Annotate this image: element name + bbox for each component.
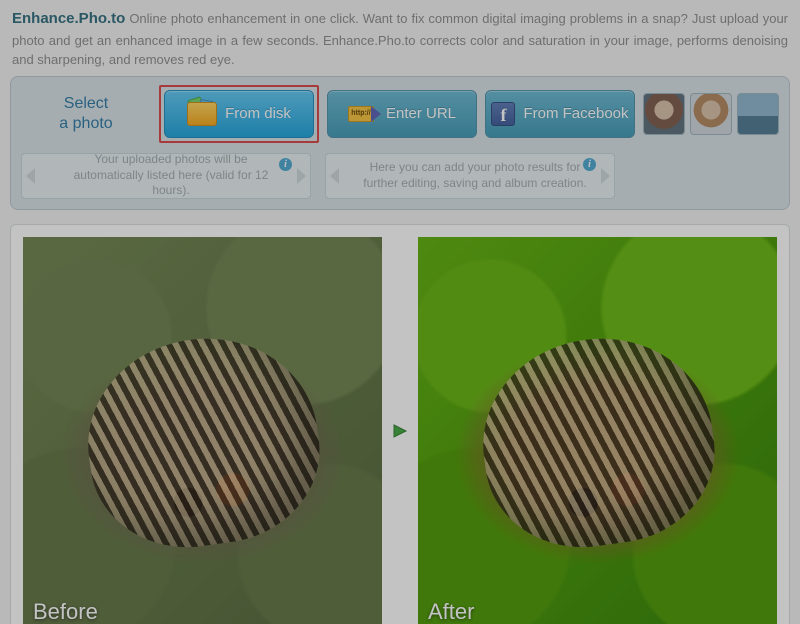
from-disk-label: From disk bbox=[225, 105, 291, 122]
uploaded-photos-info: i Your uploaded photos will be automatic… bbox=[21, 153, 311, 199]
site-title: Enhance.Pho.to bbox=[12, 10, 125, 27]
sample-thumb-1[interactable] bbox=[643, 93, 685, 135]
sample-thumbnails bbox=[643, 93, 779, 135]
info-icon[interactable]: i bbox=[583, 158, 596, 171]
enter-url-button[interactable]: http:// Enter URL bbox=[327, 90, 477, 138]
folder-icon bbox=[187, 102, 217, 126]
before-caption: Before bbox=[33, 599, 98, 624]
sample-thumb-2[interactable] bbox=[690, 93, 732, 135]
from-disk-button[interactable]: From disk bbox=[164, 90, 314, 138]
from-disk-highlight: From disk bbox=[159, 85, 319, 143]
chevron-left-icon[interactable] bbox=[330, 168, 339, 184]
before-after-panel: Before After bbox=[10, 224, 790, 624]
results-photos-info: i Here you can add your photo results fo… bbox=[325, 153, 615, 199]
before-image: Before bbox=[23, 237, 382, 624]
from-facebook-label: From Facebook bbox=[523, 105, 628, 122]
uploaded-info-text: Your uploaded photos will be automatical… bbox=[40, 152, 302, 199]
from-facebook-button[interactable]: f From Facebook bbox=[485, 90, 635, 138]
arrow-right-icon bbox=[390, 422, 410, 445]
intro-body: Online photo enhancement in one click. W… bbox=[12, 11, 788, 67]
chevron-right-icon[interactable] bbox=[601, 168, 610, 184]
chevron-right-icon[interactable] bbox=[297, 168, 306, 184]
results-info-text: Here you can add your photo results for … bbox=[344, 160, 606, 191]
upload-panel: Select a photo From disk http:// Enter U… bbox=[10, 76, 790, 210]
info-icon[interactable]: i bbox=[279, 158, 292, 171]
chevron-left-icon[interactable] bbox=[26, 168, 35, 184]
enter-url-label: Enter URL bbox=[386, 105, 456, 122]
facebook-icon: f bbox=[491, 102, 515, 126]
after-image: After bbox=[418, 237, 777, 624]
after-caption: After bbox=[428, 599, 474, 624]
select-photo-label: Select a photo bbox=[21, 94, 151, 132]
intro-text: Enhance.Pho.to Online photo enhancement … bbox=[10, 8, 790, 76]
url-icon: http:// bbox=[348, 104, 378, 124]
sample-thumb-3[interactable] bbox=[737, 93, 779, 135]
